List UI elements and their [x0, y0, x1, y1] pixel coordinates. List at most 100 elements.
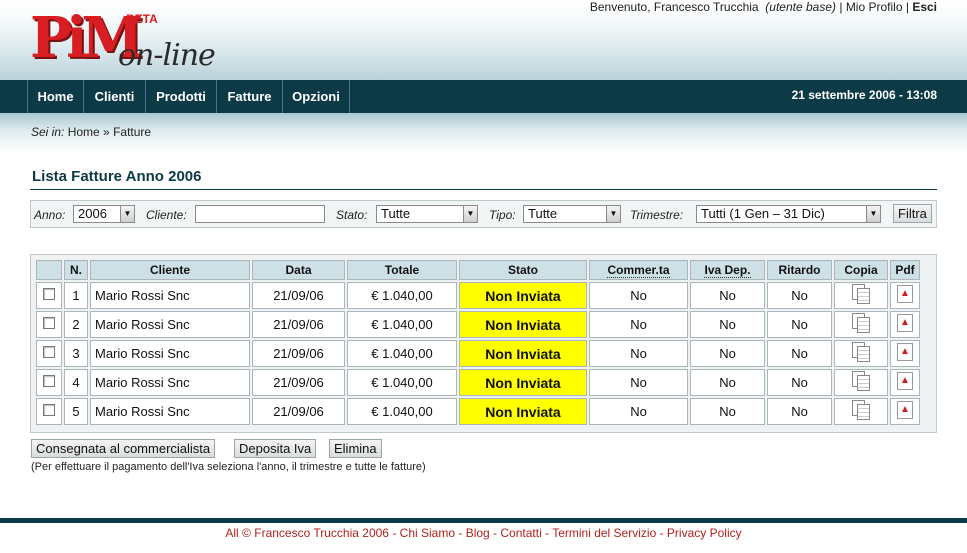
copy-icon[interactable] — [850, 370, 872, 392]
row-stato[interactable]: Non Inviata — [459, 369, 587, 396]
nav-item-clienti[interactable]: Clienti — [84, 80, 146, 113]
row-cliente[interactable]: Mario Rossi Snc — [90, 282, 250, 309]
row-select — [36, 398, 62, 425]
row-stato[interactable]: Non Inviata — [459, 282, 587, 309]
footer-link-privacy[interactable]: Privacy Policy — [667, 526, 742, 540]
col-select — [36, 260, 62, 280]
row-checkbox[interactable] — [43, 346, 55, 358]
filtra-button[interactable]: Filtra — [893, 204, 932, 223]
page-title: Lista Fatture Anno 2006 — [32, 168, 202, 185]
row-data: 21/09/06 — [252, 311, 345, 338]
footer-sep: - — [656, 526, 667, 540]
footer-sep: - — [455, 526, 466, 540]
logo-online: on-line — [118, 38, 216, 73]
row-number: 2 — [64, 311, 88, 338]
row-ritardo: No — [767, 311, 832, 338]
logo-beta: BETA — [126, 12, 158, 26]
row-iva-dep: No — [690, 282, 765, 309]
tipo-value: Tutte — [528, 206, 558, 221]
row-cliente[interactable]: Mario Rossi Snc — [90, 398, 250, 425]
copy-icon[interactable] — [850, 312, 872, 334]
logout-link[interactable]: Esci — [912, 0, 937, 14]
user-role: (utente base) — [765, 0, 836, 14]
col-data: Data — [252, 260, 345, 280]
pdf-icon[interactable] — [897, 285, 913, 303]
row-stato[interactable]: Non Inviata — [459, 311, 587, 338]
row-iva-dep: No — [690, 340, 765, 367]
copy-icon[interactable] — [850, 283, 872, 305]
row-copia — [834, 398, 888, 425]
row-copia — [834, 340, 888, 367]
row-commercialista: No — [589, 311, 688, 338]
elimina-button[interactable]: Elimina — [329, 439, 382, 458]
col-stato: Stato — [459, 260, 587, 280]
nav-item-opzioni[interactable]: Opzioni — [283, 80, 350, 113]
deposita-iva-button[interactable]: Deposita Iva — [234, 439, 317, 458]
footer-link-contatti[interactable]: Contatti — [500, 526, 541, 540]
row-checkbox[interactable] — [43, 404, 55, 416]
pdf-icon[interactable] — [897, 343, 913, 361]
row-pdf — [890, 311, 920, 338]
pdf-icon[interactable] — [897, 401, 913, 419]
row-checkbox[interactable] — [43, 375, 55, 387]
row-cliente[interactable]: Mario Rossi Snc — [90, 369, 250, 396]
breadcrumb-current: Fatture — [113, 125, 152, 139]
cliente-input[interactable] — [195, 205, 325, 223]
trimestre-label: Trimestre: — [630, 208, 684, 222]
row-data: 21/09/06 — [252, 398, 345, 425]
table-header-row: N. Cliente Data Totale Stato Commer.ta I… — [36, 260, 920, 280]
tipo-select[interactable]: Tutte ▼ — [523, 205, 621, 223]
anno-select[interactable]: 2006 ▼ — [73, 205, 135, 223]
tipo-label: Tipo: — [489, 208, 516, 222]
profile-link[interactable]: Mio Profilo — [846, 0, 903, 14]
row-ritardo: No — [767, 398, 832, 425]
row-copia — [834, 311, 888, 338]
row-totale: € 1.040,00 — [347, 340, 457, 367]
row-checkbox[interactable] — [43, 288, 55, 300]
copy-icon[interactable] — [850, 399, 872, 421]
row-checkbox[interactable] — [43, 317, 55, 329]
consegnata-button[interactable]: Consegnata al commercialista — [31, 439, 216, 458]
invoice-table: N. Cliente Data Totale Stato Commer.ta I… — [34, 258, 922, 427]
nav-item-fatture[interactable]: Fatture — [217, 80, 283, 113]
title-divider — [30, 189, 937, 190]
breadcrumb-prefix: Sei in: — [31, 125, 65, 139]
footer-link-termini[interactable]: Termini del Servizio — [552, 526, 656, 540]
chevron-down-icon: ▼ — [120, 206, 134, 222]
breadcrumb-home[interactable]: Home » — [68, 125, 110, 139]
nav-item-home[interactable]: Home — [27, 80, 84, 113]
row-select — [36, 282, 62, 309]
col-iva-dep: Iva Dep. — [690, 260, 765, 280]
nav-item-prodotti[interactable]: Prodotti — [146, 80, 217, 113]
logo[interactable]: PiM BETA on-line — [28, 8, 228, 76]
copy-icon[interactable] — [850, 341, 872, 363]
footer-bar — [0, 518, 967, 523]
footer-link-blog[interactable]: Blog — [466, 526, 490, 540]
row-commercialista: No — [589, 398, 688, 425]
row-stato[interactable]: Non Inviata — [459, 398, 587, 425]
stato-value: Tutte — [381, 206, 411, 221]
table-row: 4 Mario Rossi Snc 21/09/06 € 1.040,00 No… — [36, 369, 920, 396]
col-commercialista-label: Commer.ta — [607, 263, 670, 278]
pdf-icon[interactable] — [897, 372, 913, 390]
row-pdf — [890, 369, 920, 396]
trimestre-select[interactable]: Tutti (1 Gen – 31 Dic) ▼ — [696, 205, 881, 223]
footer: All © Francesco Trucchia 2006 - Chi Siam… — [0, 526, 967, 540]
row-totale: € 1.040,00 — [347, 369, 457, 396]
main-nav: Home Clienti Prodotti Fatture Opzioni 21… — [0, 80, 967, 113]
col-number: N. — [64, 260, 88, 280]
chevron-down-icon: ▼ — [606, 206, 620, 222]
row-pdf — [890, 398, 920, 425]
row-copia — [834, 282, 888, 309]
row-stato[interactable]: Non Inviata — [459, 340, 587, 367]
row-cliente[interactable]: Mario Rossi Snc — [90, 340, 250, 367]
cliente-label: Cliente: — [146, 208, 187, 222]
stato-select[interactable]: Tutte ▼ — [376, 205, 478, 223]
row-commercialista: No — [589, 369, 688, 396]
row-number: 1 — [64, 282, 88, 309]
row-data: 21/09/06 — [252, 369, 345, 396]
row-cliente[interactable]: Mario Rossi Snc — [90, 311, 250, 338]
pdf-icon[interactable] — [897, 314, 913, 332]
chevron-down-icon: ▼ — [866, 206, 880, 222]
footer-link-chi-siamo[interactable]: Chi Siamo — [400, 526, 455, 540]
